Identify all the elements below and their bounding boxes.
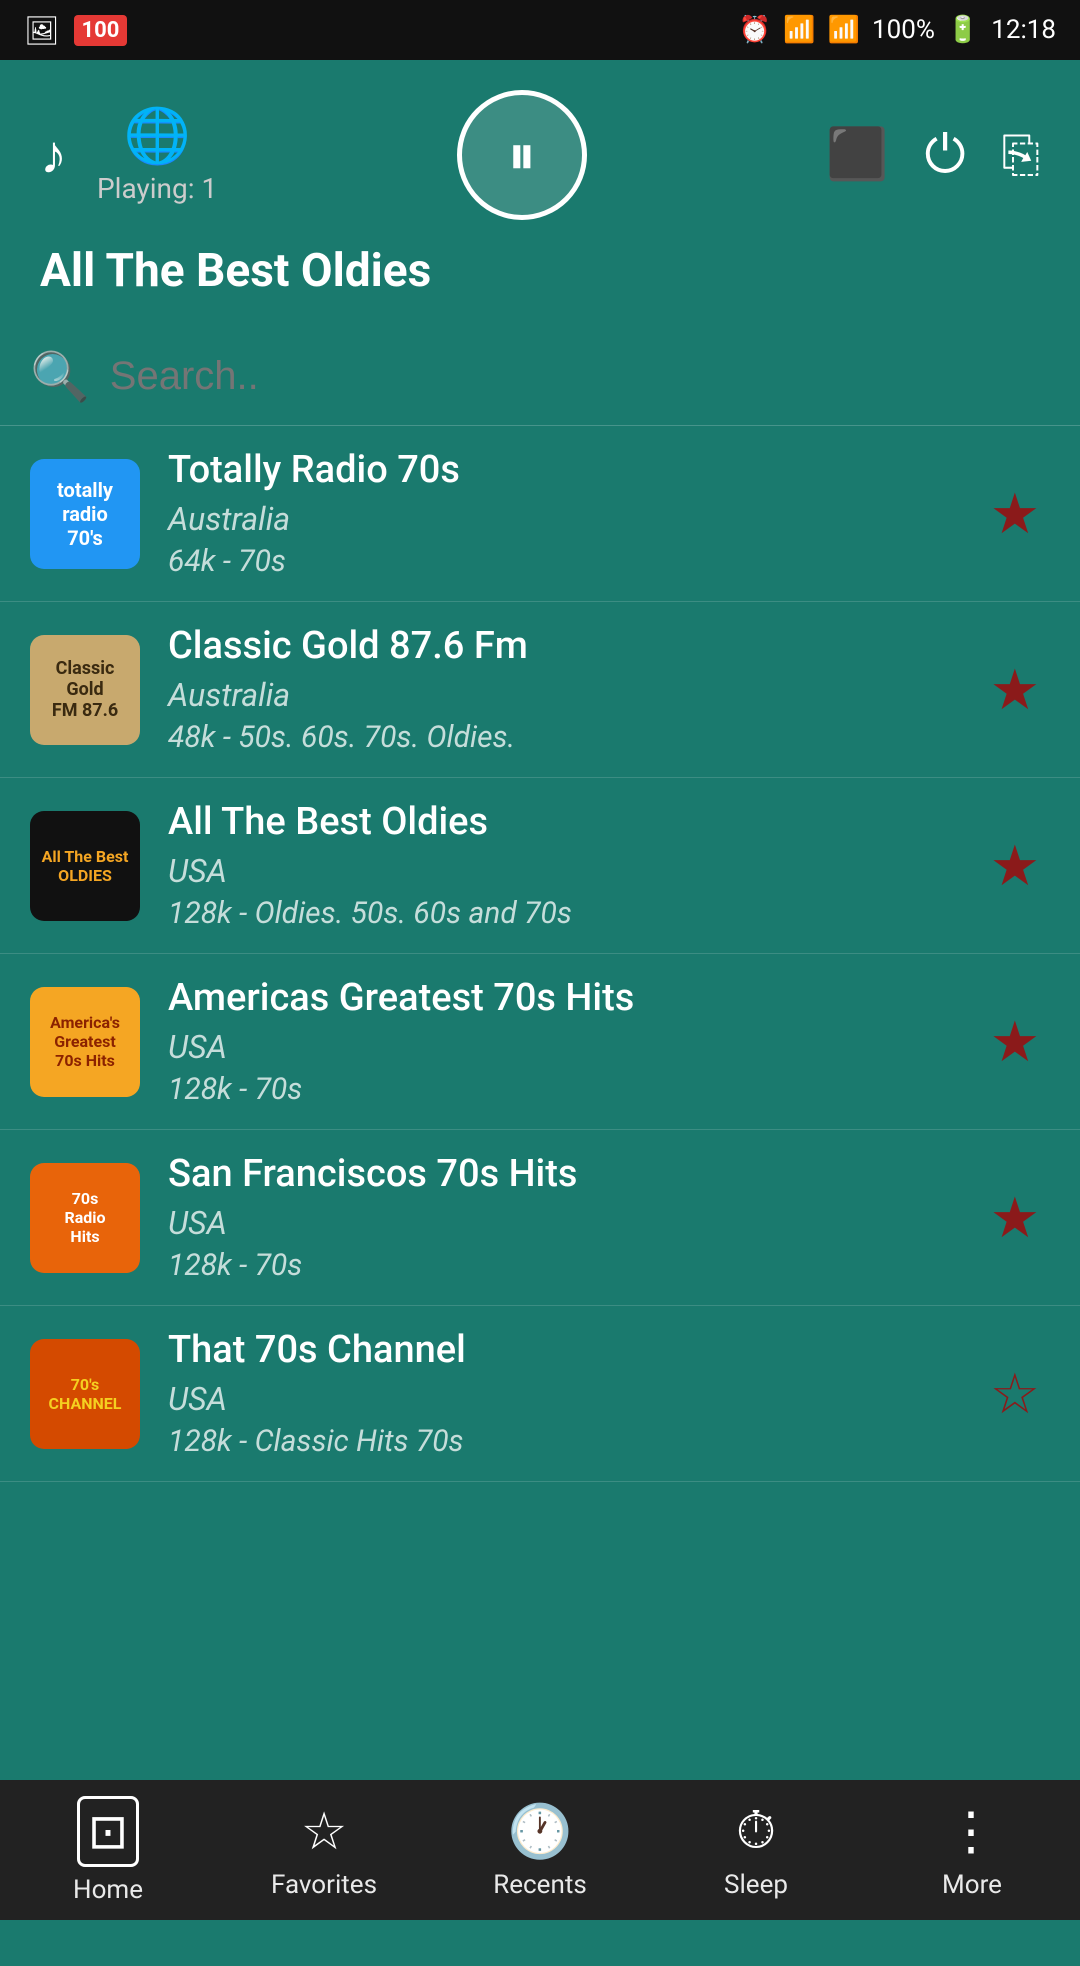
search-bar: 🔍	[0, 328, 1080, 426]
station-name-6: That 70s Channel	[168, 1328, 980, 1372]
station-logo-2: Classic Gold FM 87.6	[30, 635, 140, 745]
station-meta-2: 48k - 50s. 60s. 70s. Oldies.	[168, 720, 980, 755]
battery-label: 100%	[872, 15, 935, 45]
station-logo-4: America's Greatest 70s Hits	[30, 987, 140, 1097]
station-item-1[interactable]: totally radio 70's Totally Radio 70s Austr…	[0, 426, 1080, 602]
pause-icon: ⏸	[508, 122, 536, 189]
alarm-icon: ⏰	[739, 15, 771, 45]
favorite-star-2[interactable]: ★	[980, 647, 1050, 733]
nav-sleep[interactable]: ⏱ Sleep	[648, 1788, 864, 1912]
player-right: ⬛ ⏻ ⎘	[826, 124, 1040, 186]
now-playing-title: All The Best Oldies	[40, 244, 1040, 298]
station-info-5: San Franciscos 70s Hits USA 128k - 70s	[168, 1152, 980, 1283]
station-country-1: Australia	[168, 500, 980, 538]
playing-label: Playing: 1	[97, 172, 217, 205]
station-info-4: Americas Greatest 70s Hits USA 128k - 70s	[168, 976, 980, 1107]
player-controls: ♪ 🌐 Playing: 1 ⏸ ⬛ ⏻ ⎘	[40, 90, 1040, 220]
station-list: totally radio 70's Totally Radio 70s Austr…	[0, 426, 1080, 1966]
wifi-icon: 📶	[783, 15, 815, 45]
favorites-icon: ☆	[301, 1801, 348, 1862]
station-meta-1: 64k - 70s	[168, 544, 980, 579]
station-info-6: That 70s Channel USA 128k - Classic Hits 7…	[168, 1328, 980, 1459]
station-item-3[interactable]: All The Best OLDIES All The Best Oldies US…	[0, 778, 1080, 954]
status-right: ⏰ 📶 📶 100% 🔋 12:18	[739, 15, 1056, 45]
status-left: 🖼 100	[24, 14, 127, 47]
more-label: More	[942, 1870, 1002, 1900]
station-item-2[interactable]: Classic Gold FM 87.6 Classic Gold 87.6 Fm…	[0, 602, 1080, 778]
station-name-4: Americas Greatest 70s Hits	[168, 976, 980, 1020]
station-meta-4: 128k - 70s	[168, 1072, 980, 1107]
photo-icon: 🖼	[24, 14, 60, 47]
station-name-3: All The Best Oldies	[168, 800, 980, 844]
station-name-1: Totally Radio 70s	[168, 448, 980, 492]
search-icon: 🔍	[30, 348, 90, 405]
time-label: 12:18	[991, 15, 1056, 45]
favorite-star-1[interactable]: ★	[980, 471, 1050, 557]
station-logo-1: totally radio 70's	[30, 459, 140, 569]
station-logo-5: 70s Radio Hits	[30, 1163, 140, 1273]
station-item-4[interactable]: America's Greatest 70s Hits Americas Grea…	[0, 954, 1080, 1130]
globe-playing-group: 🌐 Playing: 1	[97, 105, 217, 205]
station-country-3: USA	[168, 852, 980, 890]
recents-icon: 🕐	[508, 1801, 573, 1862]
sleep-icon: ⏱	[736, 1800, 777, 1862]
nav-recents[interactable]: 🕐 Recents	[432, 1789, 648, 1912]
player-header: ♪ 🌐 Playing: 1 ⏸ ⬛ ⏻ ⎘ All The Best Oldi…	[0, 60, 1080, 328]
signal-icon: 📶	[828, 15, 860, 45]
station-info-3: All The Best Oldies USA 128k - Oldies. 50s…	[168, 800, 980, 931]
station-meta-6: 128k - Classic Hits 70s	[168, 1424, 980, 1459]
radio-icon: 100	[74, 15, 128, 46]
station-logo-3: All The Best OLDIES	[30, 811, 140, 921]
station-item-6[interactable]: 70's CHANNEL That 70s Channel USA 128k - Cl…	[0, 1306, 1080, 1482]
search-inner: 🔍	[30, 348, 1050, 405]
more-icon: ⋮	[945, 1801, 999, 1862]
player-left-icons: ♪	[40, 124, 67, 187]
power-button[interactable]: ⏻	[924, 124, 965, 186]
home-label: Home	[73, 1875, 143, 1905]
stop-button[interactable]: ⬛	[826, 126, 888, 184]
globe-icon[interactable]: 🌐	[123, 105, 190, 168]
station-name-2: Classic Gold 87.6 Fm	[168, 624, 980, 668]
station-country-2: Australia	[168, 676, 980, 714]
station-meta-3: 128k - Oldies. 50s. 60s and 70s	[168, 896, 980, 931]
station-country-4: USA	[168, 1028, 980, 1066]
station-name-5: San Franciscos 70s Hits	[168, 1152, 980, 1196]
nav-favorites[interactable]: ☆ Favorites	[216, 1789, 432, 1912]
favorite-star-5[interactable]: ★	[980, 1175, 1050, 1261]
music-icon[interactable]: ♪	[40, 124, 67, 187]
station-info-1: Totally Radio 70s Australia 64k - 70s	[168, 448, 980, 579]
home-icon: ⊡	[77, 1796, 139, 1867]
status-bar: 🖼 100 ⏰ 📶 📶 100% 🔋 12:18	[0, 0, 1080, 60]
nav-more[interactable]: ⋮ More	[864, 1789, 1080, 1912]
search-input[interactable]	[110, 354, 1050, 399]
pause-button[interactable]: ⏸	[457, 90, 587, 220]
station-item-5[interactable]: 70s Radio Hits San Franciscos 70s Hits USA…	[0, 1130, 1080, 1306]
battery-icon: 🔋	[947, 15, 979, 45]
station-meta-5: 128k - 70s	[168, 1248, 980, 1283]
station-country-6: USA	[168, 1380, 980, 1418]
favorite-star-6[interactable]: ☆	[980, 1351, 1050, 1437]
favorite-star-3[interactable]: ★	[980, 823, 1050, 909]
favorite-star-4[interactable]: ★	[980, 999, 1050, 1085]
nav-home[interactable]: ⊡ Home	[0, 1784, 216, 1917]
recents-label: Recents	[493, 1870, 587, 1900]
player-left: ♪ 🌐 Playing: 1	[40, 105, 217, 205]
station-info-2: Classic Gold 87.6 Fm Australia 48k - 50s. …	[168, 624, 980, 755]
bottom-nav: ⊡ Home ☆ Favorites 🕐 Recents ⏱ Sleep ⋮ M…	[0, 1780, 1080, 1920]
station-logo-6: 70's CHANNEL	[30, 1339, 140, 1449]
share-button[interactable]: ⎘	[1002, 126, 1040, 184]
favorites-label: Favorites	[271, 1870, 377, 1900]
station-country-5: USA	[168, 1204, 980, 1242]
sleep-label: Sleep	[724, 1870, 788, 1900]
